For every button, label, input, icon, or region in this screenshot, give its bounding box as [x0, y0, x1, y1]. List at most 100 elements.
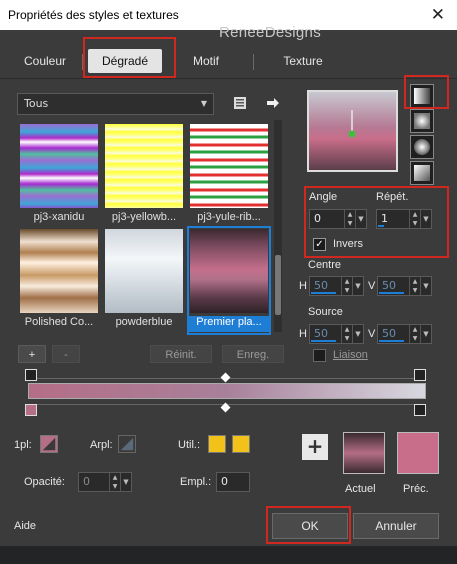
- chevron-down-icon[interactable]: ▼: [420, 325, 431, 343]
- centre-v-value: 50: [382, 279, 396, 292]
- repeat-label: Répét.: [376, 191, 409, 203]
- direction-handle-icon[interactable]: [346, 110, 358, 140]
- source-h-stepper[interactable]: 50 ▲ ▼ ▼: [309, 324, 364, 344]
- remove-gradient-button[interactable]: -: [52, 345, 80, 363]
- sunburst-style-button[interactable]: [410, 135, 434, 159]
- background-color-swatch[interactable]: [118, 435, 136, 453]
- centre-h-value: 50: [314, 279, 328, 292]
- save-button[interactable]: Enreg.: [222, 345, 284, 363]
- gradient-swatch: [105, 229, 183, 313]
- gradient-label: pj3-yule-rib...: [197, 211, 261, 223]
- gradient-tile[interactable]: powderblue: [104, 228, 184, 333]
- chevron-down-icon[interactable]: ▼: [355, 210, 366, 228]
- stop-label: 1pl:: [14, 439, 32, 451]
- tab-separator: [82, 54, 83, 70]
- stepper-arrows-icon[interactable]: ▲ ▼: [409, 277, 420, 295]
- gradient-tile[interactable]: Polished Co...: [19, 228, 99, 333]
- use-label: Util.:: [178, 439, 200, 451]
- linear-style-button[interactable]: [410, 84, 434, 108]
- opacity-stepper[interactable]: 0 ▲ ▼ ▼: [78, 472, 132, 492]
- background-label: Arpl:: [90, 439, 113, 451]
- gradient-swatch: [105, 124, 183, 208]
- tab-degrade[interactable]: Dégradé: [88, 49, 162, 73]
- tab-bar: Couleur Dégradé Motif Texture: [0, 46, 457, 76]
- sunburst-gradient-icon: [414, 139, 430, 155]
- position-field[interactable]: 0: [216, 472, 250, 492]
- close-icon[interactable]: ✕: [431, 5, 445, 25]
- link-label: Liaison: [333, 349, 368, 361]
- tab-motif[interactable]: Motif: [180, 49, 232, 73]
- gradient-label: pj3-xanidu: [33, 211, 85, 223]
- gradient-tile[interactable]: pj3-xanidu: [19, 123, 99, 228]
- chevron-down-icon[interactable]: ▼: [420, 210, 431, 228]
- chevron-down-icon[interactable]: ▼: [120, 473, 131, 491]
- opacity-stop-marker[interactable]: [25, 369, 37, 381]
- stop-color-swatch[interactable]: [40, 435, 58, 453]
- use-swatch[interactable]: [208, 435, 226, 453]
- source-v-label: V: [368, 328, 376, 340]
- stepper-arrows-icon[interactable]: ▲ ▼: [409, 325, 420, 343]
- source-h-level-bar: [311, 340, 336, 342]
- chevron-down-icon[interactable]: ▼: [352, 325, 363, 343]
- gradient-grid: pj3-xanidu pj3-yellowb... pj3-yule-rib..…: [17, 120, 271, 335]
- centre-label: Centre: [308, 259, 342, 271]
- tab-separator: [253, 54, 254, 70]
- watermark: ReneeDesigns: [219, 24, 321, 41]
- position-value: 0: [221, 475, 228, 488]
- chevron-down-icon[interactable]: ▼: [420, 277, 431, 295]
- angle-stepper[interactable]: 0 ▲ ▼ ▼: [309, 209, 367, 229]
- opacity-value: 0: [83, 475, 90, 488]
- gradient-preview[interactable]: [307, 90, 398, 172]
- repeat-value: 1: [381, 212, 388, 225]
- centre-v-stepper[interactable]: 50 ▲ ▼ ▼: [377, 276, 432, 296]
- cancel-button[interactable]: Annuler: [353, 513, 439, 539]
- repeat-stepper[interactable]: 1 ▲ ▼ ▼: [376, 209, 432, 229]
- radial-style-button[interactable]: [410, 161, 434, 185]
- opacity-stop-marker[interactable]: [414, 369, 426, 381]
- gradient-tile-selected[interactable]: Premier pla...: [187, 226, 271, 335]
- book-icon[interactable]: [232, 95, 248, 111]
- gradient-label: pj3-yellowb...: [111, 211, 177, 223]
- stepper-arrows-icon[interactable]: ▲ ▼: [341, 277, 352, 295]
- color-stop-marker[interactable]: [25, 404, 37, 416]
- scrollbar-thumb[interactable]: [275, 255, 281, 315]
- gradient-ramp[interactable]: [28, 383, 426, 399]
- stepper-arrows-icon[interactable]: ▲ ▼: [341, 325, 352, 343]
- previous-gradient-swatch[interactable]: [397, 432, 439, 474]
- tab-texture[interactable]: Texture: [268, 49, 338, 73]
- source-h-label: H: [299, 328, 307, 340]
- centre-h-stepper[interactable]: 50 ▲ ▼ ▼: [309, 276, 364, 296]
- radial-gradient-icon: [414, 165, 430, 181]
- gradient-scrollbar[interactable]: [274, 120, 282, 332]
- source-label: Source: [308, 306, 343, 318]
- chevron-down-icon: ▼: [200, 99, 207, 108]
- color-stop-marker[interactable]: [414, 404, 426, 416]
- add-swatch-button[interactable]: +: [302, 434, 328, 460]
- link-checkbox[interactable]: [313, 349, 326, 362]
- chevron-down-icon[interactable]: ▼: [352, 277, 363, 295]
- invert-checkbox[interactable]: ✓: [313, 238, 326, 251]
- source-v-value: 50: [382, 327, 396, 340]
- gradient-swatch: [20, 124, 98, 208]
- reset-button[interactable]: Réinit.: [150, 345, 212, 363]
- stepper-arrows-icon[interactable]: ▲ ▼: [109, 473, 120, 491]
- invert-label: Invers: [333, 238, 363, 250]
- centre-h-label: H: [299, 280, 307, 292]
- stepper-arrows-icon[interactable]: ▲ ▼: [409, 210, 420, 228]
- current-gradient-swatch[interactable]: [343, 432, 385, 474]
- right-arrow-icon[interactable]: [265, 95, 281, 111]
- gradient-swatch: [190, 124, 268, 208]
- use-swatch-alt[interactable]: [232, 435, 250, 453]
- gradient-tile[interactable]: pj3-yellowb...: [104, 123, 184, 228]
- ok-button[interactable]: OK: [272, 513, 348, 539]
- help-link[interactable]: Aide: [14, 520, 36, 532]
- source-v-stepper[interactable]: 50 ▲ ▼ ▼: [377, 324, 432, 344]
- gradient-tile[interactable]: pj3-yule-rib...: [189, 123, 269, 228]
- tab-couleur[interactable]: Couleur: [12, 49, 78, 73]
- gradient-swatch: [20, 229, 98, 313]
- add-gradient-button[interactable]: +: [18, 345, 46, 363]
- category-select[interactable]: Tous ▼: [17, 93, 214, 115]
- gradient-label: Premier pla...: [189, 316, 269, 332]
- stepper-arrows-icon[interactable]: ▲ ▼: [344, 210, 355, 228]
- rectangular-style-button[interactable]: [410, 109, 434, 133]
